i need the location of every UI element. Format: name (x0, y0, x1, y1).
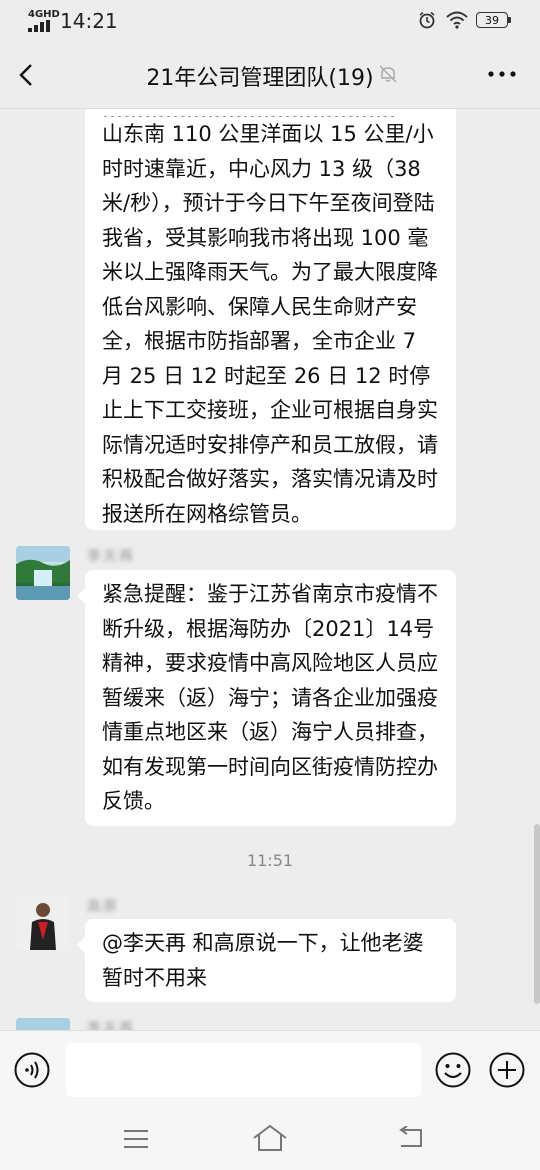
wifi-icon (446, 11, 468, 29)
home-icon[interactable] (252, 1124, 288, 1152)
scrollbar[interactable] (534, 824, 540, 1004)
alarm-icon (419, 11, 435, 29)
message-text: 紧急提醒：鉴于江苏省南京市疫情不断升级，根据海防办〔2021〕14号精神，要求疫… (102, 582, 438, 813)
timestamp: 11:51 (246, 851, 294, 870)
chat-title: 21年公司管理团队(19) (146, 66, 374, 91)
message-bubble[interactable]: …………………………………… 山东南 110 公里洋面以 15 公里/小时时速靠… (85, 109, 456, 530)
message-cut-line: …………………………………… (102, 109, 439, 117)
emoji-icon[interactable] (435, 1052, 471, 1088)
mute-bell-icon (379, 65, 397, 83)
message-bubble[interactable]: @李天再 和高原说一下，让他老婆暂时不用来 (77, 919, 456, 1002)
network-type: 4GHD (28, 9, 60, 20)
chat-messages[interactable]: …………………………………… 山东南 110 公里洋面以 15 公里/小时时速靠… (0, 109, 540, 1030)
back-nav-icon[interactable] (397, 1126, 425, 1150)
message-text: @李天再 和高原说一下，让他老婆暂时不用来 (102, 931, 424, 990)
landscape-avatar-icon (16, 546, 70, 600)
plus-icon[interactable] (489, 1052, 525, 1088)
battery-icon: 39 (476, 12, 508, 28)
avatar[interactable] (16, 896, 70, 950)
menu-icon[interactable] (122, 1128, 150, 1150)
avatar[interactable] (16, 1018, 70, 1030)
sender-name: 李天再 (87, 1021, 135, 1030)
back-arrow-icon[interactable] (16, 62, 38, 88)
message-text: 山东南 110 公里洋面以 15 公里/小时时速靠近，中心风力 13 级（38 … (102, 122, 438, 526)
person-avatar-icon (16, 896, 70, 950)
signal-icon (28, 20, 50, 32)
landscape-avatar-icon (16, 1018, 70, 1030)
sender-name: 高原 (87, 899, 119, 915)
battery-tip (508, 17, 511, 23)
message-bubble[interactable]: 紧急提醒：鉴于江苏省南京市疫情不断升级，根据海防办〔2021〕14号精神，要求疫… (77, 570, 456, 826)
voice-icon[interactable] (14, 1052, 50, 1088)
input-bar (0, 1030, 540, 1111)
sender-name: 李天再 (87, 549, 135, 565)
avatar[interactable] (16, 546, 70, 600)
message-input[interactable] (66, 1043, 421, 1097)
more-dots-icon[interactable] (486, 64, 518, 84)
status-time: 14:21 (60, 9, 118, 33)
system-nav-bar (0, 1110, 540, 1170)
chat-header: 21年公司管理团队(19) (0, 42, 540, 109)
status-bar: 4GHD 14:21 39 (0, 0, 540, 42)
